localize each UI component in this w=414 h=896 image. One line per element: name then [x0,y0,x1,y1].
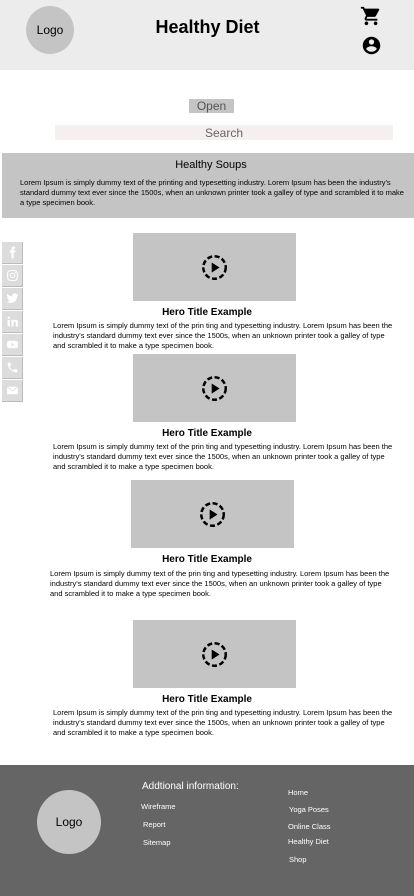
open-button[interactable]: Open [189,99,234,113]
footer-link-wireframe[interactable]: Wireframe [141,802,176,811]
youtube-icon[interactable] [2,334,23,356]
hero-title: Hero Title Example [162,307,252,318]
banner: Healthy Soups Lorem Ipsum is simply dumm… [2,153,414,218]
phone-icon[interactable] [2,357,23,379]
account-circle-icon[interactable] [361,35,382,56]
header-logo[interactable]: Logo [26,6,74,54]
play-circle-icon [202,255,227,280]
facebook-icon[interactable] [2,242,23,264]
footer-link-home[interactable]: Home [288,788,308,797]
footer-link-yoga-poses[interactable]: Yoga Poses [289,805,329,814]
instagram-icon[interactable] [2,265,23,287]
banner-title: Healthy Soups [175,159,247,171]
hero-title: Hero Title Example [162,428,252,439]
banner-text: Lorem Ipsum is simply dummy text of the … [20,178,404,207]
footer-link-report[interactable]: Report [143,820,166,829]
footer-link-online-class[interactable]: Online Class [288,822,331,831]
shopping-cart-icon[interactable] [360,3,382,29]
social-sidebar [2,242,23,402]
video-placeholder[interactable] [133,354,296,422]
mail-icon[interactable] [2,380,23,402]
footer-link-shop[interactable]: Shop [289,855,307,864]
header: Logo Healthy Diet [0,0,414,70]
video-placeholder[interactable] [133,620,296,688]
header-logo-label: Logo [36,23,64,37]
footer-link-sitemap[interactable]: Sitemap [143,838,171,847]
footer-logo[interactable]: Logo [37,790,101,854]
hero-title: Hero Title Example [162,554,252,565]
play-circle-icon [200,502,225,527]
video-placeholder[interactable] [133,233,296,301]
app-title: Healthy Diet [155,17,260,37]
video-placeholder[interactable] [131,480,294,548]
search-input[interactable] [55,125,393,140]
play-circle-icon [202,642,227,667]
hero-text: Lorem Ipsum is simply dummy text of the … [50,569,390,598]
hero-title: Hero Title Example [162,694,252,705]
play-circle-icon [202,376,227,401]
hero-text: Lorem Ipsum is simply dummy text of the … [53,321,393,350]
hero-text: Lorem Ipsum is simply dummy text of the … [53,708,393,737]
footer-heading: Addtional information: [142,781,239,792]
footer: Logo Addtional information: Wireframe Re… [0,765,414,896]
footer-link-healthy-diet[interactable]: Healthy Diet [288,837,329,846]
footer-logo-label: Logo [55,815,83,829]
hero-text: Lorem Ipsum is simply dummy text of the … [53,442,393,471]
